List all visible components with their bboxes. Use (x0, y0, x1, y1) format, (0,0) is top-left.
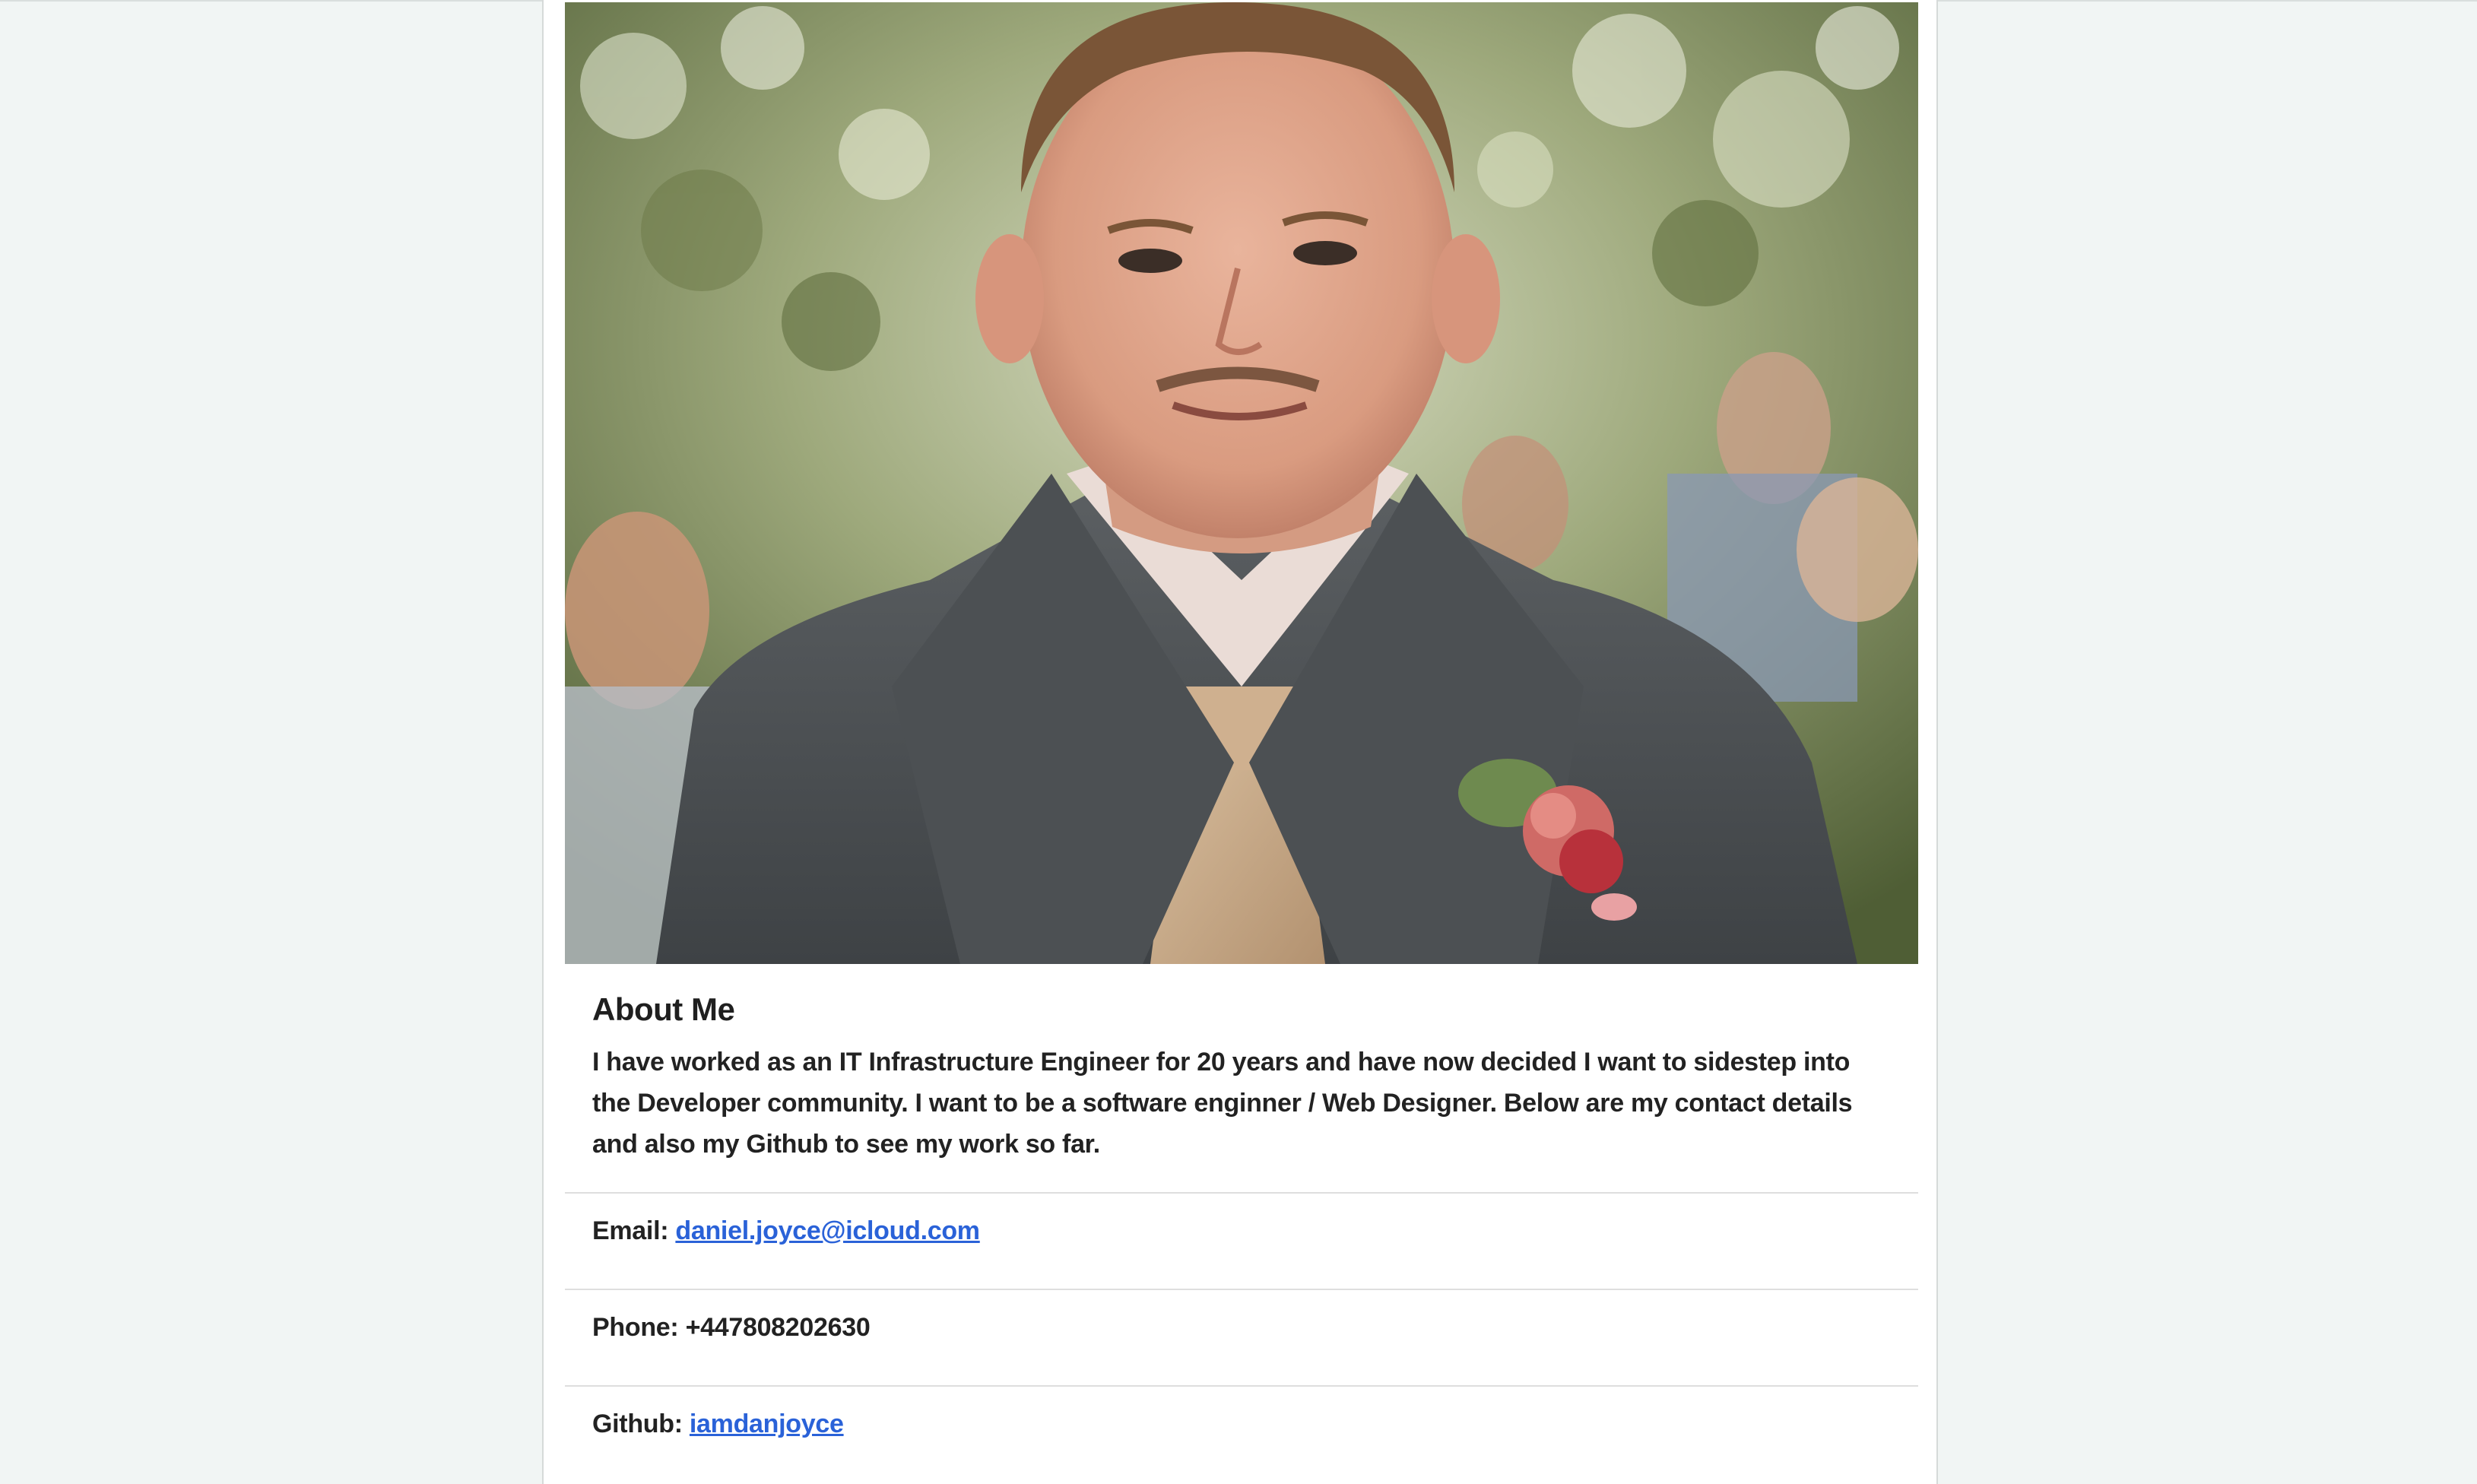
phone-row: Phone: +447808202630 (565, 1290, 1918, 1387)
email-label: Email: (592, 1216, 669, 1245)
github-link[interactable]: iamdanjoyce (690, 1409, 844, 1438)
phone-value: +447808202630 (685, 1313, 871, 1342)
email-row: Email: daniel.joyce@icloud.com (565, 1194, 1918, 1290)
about-section: About Me I have worked as an IT Infrastr… (565, 964, 1918, 1194)
email-link[interactable]: daniel.joyce@icloud.com (675, 1216, 980, 1245)
profile-photo (565, 2, 1918, 964)
phone-label: Phone: (592, 1313, 679, 1342)
profile-body: About Me I have worked as an IT Infrastr… (565, 964, 1918, 1483)
github-label: Github: (592, 1409, 683, 1438)
profile-card: About Me I have worked as an IT Infrastr… (542, 0, 1938, 1484)
about-heading: About Me (592, 991, 735, 1027)
github-row: Github: iamdanjoyce (565, 1387, 1918, 1483)
about-text: I have worked as an IT Infrastructure En… (592, 1048, 1853, 1159)
